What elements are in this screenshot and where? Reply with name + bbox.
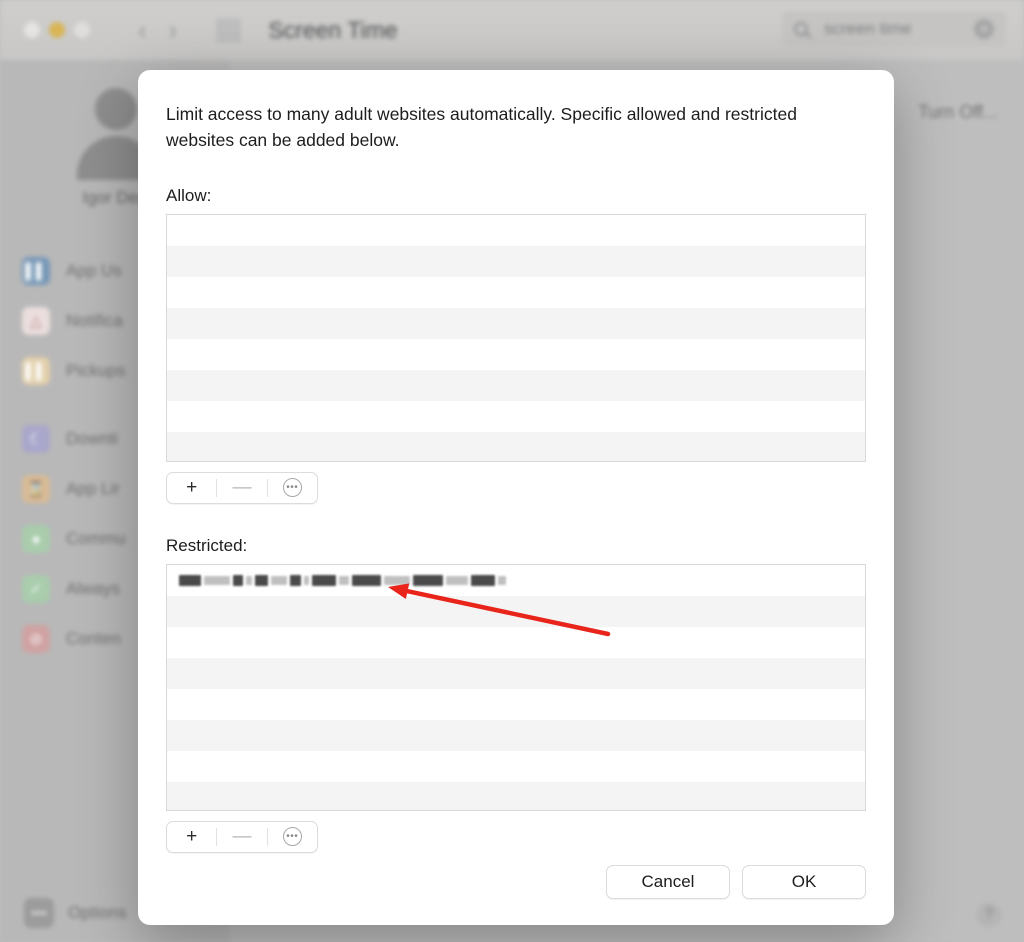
options-button[interactable]: ••• Options [24, 898, 127, 928]
allow-label: Allow: [166, 185, 212, 205]
list-item[interactable] [167, 400, 865, 432]
sidebar-item-label: Notifica [66, 311, 123, 330]
cancel-button[interactable]: Cancel [606, 865, 730, 899]
dialog-description: Limit access to many adult websites auto… [166, 104, 797, 150]
options-icon: ••• [24, 898, 54, 928]
forward-button[interactable]: › [169, 17, 178, 43]
notifications-icon: △ [22, 307, 50, 335]
window-titlebar: ‹ › Screen Time screen time ✕ [0, 0, 1024, 60]
list-item[interactable] [167, 369, 865, 401]
add-restricted-button[interactable]: + [167, 822, 216, 852]
options-label: Options [68, 903, 127, 922]
back-button[interactable]: ‹ [138, 17, 147, 43]
content-privacy-icon: ⊘ [22, 625, 50, 653]
search-field[interactable]: screen time ✕ [782, 11, 1006, 47]
sidebar-item-label: Downti [66, 429, 118, 448]
list-item[interactable] [167, 431, 865, 461]
restricted-list-toolbar: + — ••• [166, 820, 318, 853]
list-item[interactable] [167, 338, 865, 370]
always-allowed-icon: ✓ [22, 575, 50, 603]
allow-list[interactable] [166, 213, 866, 462]
more-allow-button[interactable]: ••• [268, 473, 317, 503]
ellipsis-circle-icon: ••• [282, 478, 302, 498]
ok-button[interactable]: OK [742, 865, 866, 899]
screen-time-window: ‹ › Screen Time screen time ✕ Igor Deg ▌… [0, 0, 1024, 942]
add-allow-button[interactable]: + [167, 473, 216, 503]
search-input[interactable]: screen time [824, 19, 912, 39]
minimize-button[interactable] [49, 22, 65, 38]
restricted-list[interactable] [166, 563, 866, 811]
app-grid-icon[interactable] [217, 18, 241, 42]
avatar-head-icon [95, 88, 137, 130]
turn-off-button[interactable]: Turn Off... [918, 102, 998, 123]
list-item[interactable] [167, 781, 865, 810]
remove-restricted-button[interactable]: — [217, 822, 266, 852]
zoom-button[interactable] [74, 22, 90, 38]
dialog-footer: Cancel OK [606, 865, 866, 899]
app-usage-icon: ▌▌ [22, 257, 50, 285]
restricted-label: Restricted: [166, 535, 248, 555]
help-button[interactable]: ? [976, 902, 1002, 928]
list-item[interactable] [167, 750, 865, 782]
sidebar-item-label: App Lir [66, 479, 120, 498]
sidebar-item-label: Always [66, 579, 120, 598]
pickups-icon: ▌▌ [22, 357, 50, 385]
navigation-arrows: ‹ › [138, 17, 177, 43]
search-icon [794, 22, 808, 36]
remove-allow-button[interactable]: — [217, 473, 266, 503]
communication-icon: ● [22, 525, 50, 553]
page-title: Screen Time [268, 16, 398, 43]
allow-list-toolbar: + — ••• [166, 471, 318, 504]
list-item[interactable] [167, 564, 865, 596]
sidebar-item-label: Conten [66, 629, 121, 648]
app-limits-icon: ⌛ [22, 475, 50, 503]
downtime-icon: ☾ [22, 425, 50, 453]
list-item[interactable] [167, 276, 865, 308]
search-clear-icon[interactable]: ✕ [974, 19, 994, 39]
sidebar-item-label: Pickups [66, 361, 126, 380]
list-item[interactable] [167, 214, 865, 246]
list-item[interactable] [167, 245, 865, 277]
list-item[interactable] [167, 595, 865, 627]
list-item[interactable] [167, 307, 865, 339]
list-item[interactable] [167, 719, 865, 751]
sidebar-item-label: App Us [66, 261, 122, 280]
traffic-lights [24, 22, 90, 38]
redacted-website-entry [179, 573, 506, 588]
website-restrictions-dialog: Limit access to many adult websites auto… [138, 70, 894, 925]
list-item[interactable] [167, 626, 865, 658]
ellipsis-circle-icon: ••• [282, 827, 302, 847]
close-button[interactable] [24, 22, 40, 38]
list-item[interactable] [167, 688, 865, 720]
more-restricted-button[interactable]: ••• [268, 822, 317, 852]
list-item[interactable] [167, 657, 865, 689]
sidebar-item-label: Commu [66, 529, 126, 548]
